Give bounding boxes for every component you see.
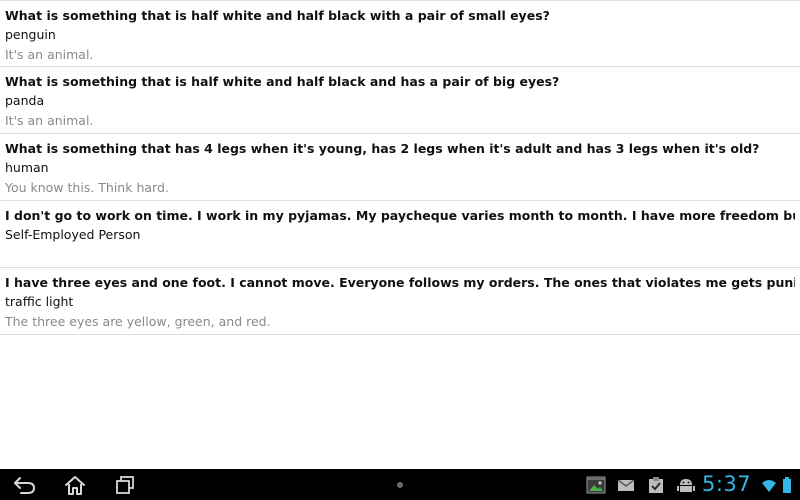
mail-notification[interactable] — [616, 475, 636, 495]
riddle-list[interactable]: What is something that is half white and… — [0, 0, 800, 469]
recent-apps-icon — [116, 476, 134, 494]
riddle-hint: You know this. Think hard. — [5, 180, 169, 195]
riddle-hint — [5, 245, 795, 264]
app-screen: What is something that is half white and… — [0, 0, 800, 500]
riddle-question: I don't go to work on time. I work in my… — [5, 208, 795, 223]
back-button[interactable] — [10, 473, 40, 497]
riddle-item[interactable]: What is something that is half white and… — [0, 67, 800, 134]
battery-status — [779, 475, 795, 495]
riddle-answer: Self-Employed Person — [5, 227, 141, 242]
riddle-question: I have three eyes and one foot. I cannot… — [5, 275, 795, 290]
riddle-item[interactable]: What is something that has 4 legs when i… — [0, 134, 800, 201]
home-button[interactable] — [60, 473, 90, 497]
riddle-answer: traffic light — [5, 294, 74, 309]
battery-icon — [783, 477, 791, 493]
wifi-status — [761, 475, 777, 495]
riddle-item[interactable]: I have three eyes and one foot. I cannot… — [0, 268, 800, 335]
riddle-answer: panda — [5, 93, 45, 108]
clipboard-notification[interactable] — [646, 475, 666, 495]
riddle-item[interactable]: I don't go to work on time. I work in my… — [0, 201, 800, 268]
riddle-answer: human — [5, 160, 49, 175]
recent-apps-button[interactable] — [110, 473, 140, 497]
gallery-notification[interactable] — [586, 475, 606, 495]
riddle-question: What is something that is half white and… — [5, 74, 560, 89]
home-icon — [65, 476, 85, 495]
riddle-question: What is something that has 4 legs when i… — [5, 141, 760, 156]
status-clock[interactable]: 5:37 — [702, 470, 760, 499]
back-icon — [14, 477, 36, 494]
android-notification-icon — [677, 479, 695, 492]
riddle-hint: It's an animal. — [5, 113, 94, 128]
page-indicator-dot — [397, 482, 403, 488]
android-notification[interactable] — [676, 475, 696, 495]
riddle-hint: The three eyes are yellow, green, and re… — [5, 314, 271, 329]
riddle-answer: penguin — [5, 27, 56, 42]
gallery-notification-icon — [586, 476, 606, 494]
system-bar: 5:37 — [0, 469, 800, 500]
riddle-hint: It's an animal. — [5, 47, 94, 62]
riddle-question: What is something that is half white and… — [5, 8, 550, 23]
clipboard-check-notification-icon — [649, 477, 663, 493]
wifi-icon — [762, 480, 776, 492]
riddle-item[interactable]: What is something that is half white and… — [0, 0, 800, 67]
mail-notification-icon — [617, 479, 635, 491]
